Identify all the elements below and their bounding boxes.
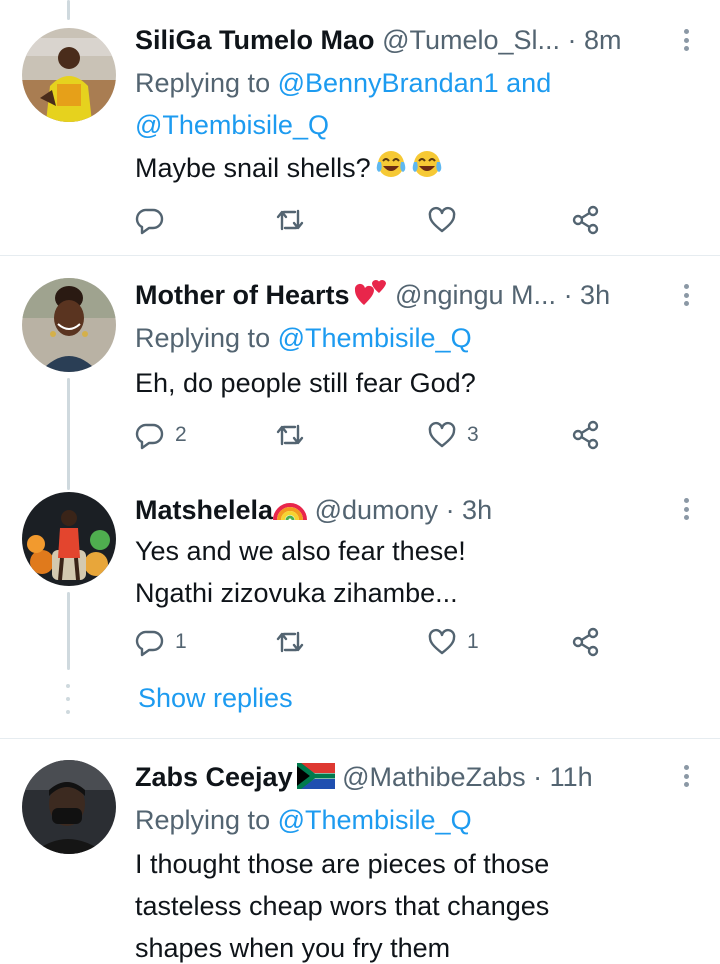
mention-link[interactable]: @BennyBrandan1 [278,68,499,98]
share-icon [572,420,599,450]
display-name[interactable]: Matshelela [135,495,273,525]
tweet-text: Maybe snail shells? [135,147,690,189]
timestamp[interactable]: · 8m [568,25,622,55]
tweet-actions: 1 1 [135,624,615,660]
avatar[interactable] [22,278,116,372]
more-options-icon[interactable] [676,27,696,53]
user-handle[interactable]: @ngingu M... [395,280,556,310]
reply-icon [135,423,164,450]
timestamp[interactable]: · 11h [533,762,593,792]
tweet-header: SiliGa Tumelo Mao @Tumelo_Sl... · 8m [135,20,660,60]
tweet-actions: 2 3 [135,417,615,453]
mention-link[interactable]: @Thembisile_Q [278,323,472,353]
like-button[interactable]: 1 [427,624,479,660]
replying-to: Replying to @Thembisile_Q [135,323,472,353]
two-hearts-emoji [354,277,388,307]
like-count: 3 [467,423,479,446]
like-count: 1 [467,630,479,653]
timestamp[interactable]: · 3h [446,495,493,525]
retweet-icon [276,209,304,231]
more-options-icon[interactable] [676,763,696,789]
like-button[interactable] [427,202,467,238]
tweet-text: Yes and we also fear these! Ngathi zizov… [135,536,466,608]
rainbow-emoji [273,492,308,522]
heart-icon [428,421,456,448]
reply-button[interactable]: 1 [135,624,187,660]
like-button[interactable]: 3 [427,417,479,453]
reply-button[interactable]: 2 [135,417,187,453]
user-handle[interactable]: @dumony [315,495,438,525]
tweet-actions [135,202,615,238]
mention-link[interactable]: @Thembisile_Q [278,805,472,835]
divider [0,255,720,256]
reply-icon [135,630,164,657]
retweet-button[interactable] [275,624,305,660]
timestamp[interactable]: · 3h [564,280,611,310]
tweet-text: I thought those are pieces of those tast… [135,849,550,963]
user-handle[interactable]: @Tumelo_Sl... [382,25,560,55]
share-button[interactable] [571,624,601,660]
reply-icon [135,208,164,235]
tweet-text: Eh, do people still fear God? [135,368,476,398]
tweet-header: Mother of Hearts @ngingu M... · 3h [135,275,660,315]
south-africa-flag-emoji [296,763,335,789]
replying-to: Replying to @BennyBrandan1 and @Thembisi… [135,68,552,140]
display-name[interactable]: Mother of Hearts [135,280,350,310]
avatar[interactable] [22,28,116,122]
heart-icon [428,206,456,233]
mention-link[interactable]: @Thembisile_Q [135,110,329,140]
more-options-icon[interactable] [676,282,696,308]
tears-of-joy-emoji [375,148,445,180]
share-icon [572,627,599,657]
thread-connector-2 [67,378,70,490]
avatar[interactable] [22,760,116,854]
tweet-header: Zabs Ceejay @MathibeZabs · 11h [135,757,660,797]
divider [0,738,720,739]
reply-button[interactable] [135,202,175,238]
tweet-header: Matshelela @dumony · 3h [135,490,660,530]
user-handle[interactable]: @MathibeZabs [342,762,526,792]
heart-icon [428,628,456,655]
retweet-icon [276,424,304,446]
thread-connector-top [67,0,70,20]
show-replies-link[interactable]: Show replies [138,678,293,718]
thread-ellipsis-icon [64,684,72,714]
share-button[interactable] [571,417,601,453]
reply-count: 1 [175,630,187,653]
thread-connector-3 [67,592,70,670]
retweet-button[interactable] [275,417,305,453]
more-options-icon[interactable] [676,496,696,522]
display-name[interactable]: Zabs Ceejay [135,762,293,792]
share-icon [572,205,599,235]
share-button[interactable] [571,202,601,238]
retweet-button[interactable] [275,202,305,238]
avatar[interactable] [22,492,116,586]
display-name[interactable]: SiliGa Tumelo Mao [135,25,375,55]
reply-count: 2 [175,423,187,446]
retweet-icon [276,631,304,653]
replying-to: Replying to @Thembisile_Q [135,805,472,835]
